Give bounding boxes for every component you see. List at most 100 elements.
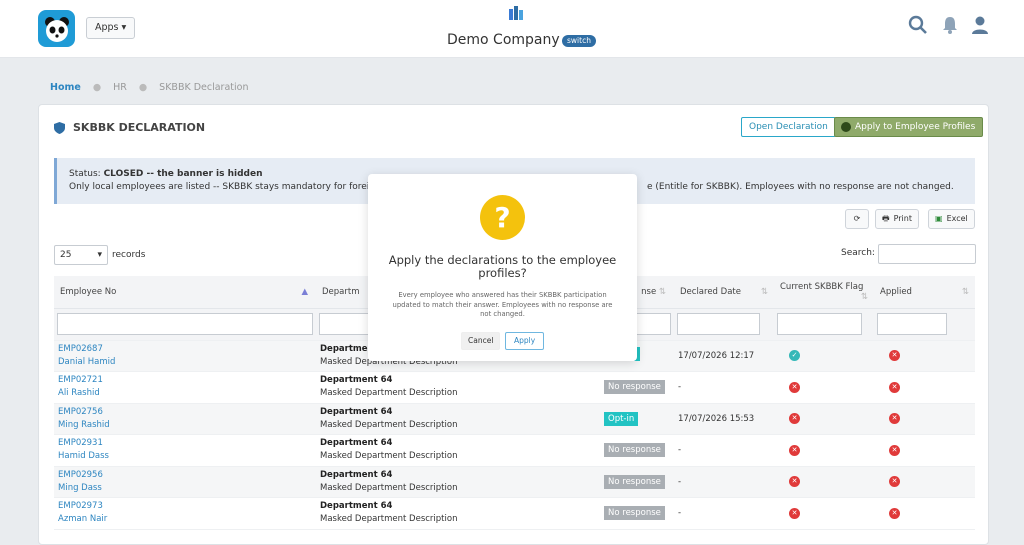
banner-text-left: Only local employees are listed -- SKBBK… <box>69 182 381 192</box>
filter-declared-date[interactable] <box>677 313 760 335</box>
cell-applied: ✕ <box>874 434 975 467</box>
cell-employee: EMP02931 Hamid Dass <box>54 434 316 467</box>
shield-icon <box>54 121 65 134</box>
cross-circle-icon: ✕ <box>889 413 900 425</box>
question-icon: ? <box>480 195 525 240</box>
employee-name-link[interactable]: Ming Rashid <box>58 419 316 432</box>
open-declaration-button[interactable]: Open Declaration <box>741 117 836 137</box>
cell-response: Opt-in <box>592 403 674 435</box>
cross-circle-icon: ✕ <box>789 413 800 425</box>
col-employee-no[interactable]: Employee No ▲ <box>54 276 316 309</box>
filter-cell <box>674 308 774 341</box>
apply-button[interactable]: Apply <box>505 332 545 350</box>
card-title-text: SKBBK DECLARATION <box>73 121 206 134</box>
department-name: Department 64 <box>320 438 393 449</box>
employee-no-link[interactable]: EMP02721 <box>58 374 316 387</box>
banner-text-right: e (Entitle for SKBBK). Employees with no… <box>647 182 954 192</box>
response-badge: Opt-in <box>604 411 639 426</box>
response-badge: No response <box>604 443 665 458</box>
excel-button[interactable]: ▣ Excel <box>928 209 975 229</box>
employee-no-link[interactable]: EMP02956 <box>58 469 316 482</box>
cross-circle-icon: ✕ <box>789 507 800 519</box>
dialog-text: Every employee who answered has their SK… <box>392 291 613 318</box>
employee-name-link[interactable]: Ali Rashid <box>58 387 316 400</box>
cell-department: Department 64 Masked Department Descript… <box>316 466 592 498</box>
page-length-control: 25 records <box>54 245 145 265</box>
company-building-icon <box>509 6 523 20</box>
cell-declared-date: 17/07/2026 15:53 <box>674 403 774 435</box>
employee-name-link[interactable]: Hamid Dass <box>58 450 316 463</box>
filter-employee-no[interactable] <box>57 313 313 335</box>
apps-dropdown-button[interactable]: Apps ▾ <box>86 17 136 39</box>
dialog-title: Apply the declarations to the employee p… <box>388 253 617 280</box>
cell-applied: ✕ <box>874 371 975 404</box>
employee-no-link[interactable]: EMP02973 <box>58 500 316 513</box>
cell-declared-date: - <box>674 371 774 404</box>
search-icon[interactable] <box>908 15 928 35</box>
refresh-button[interactable]: ⟳ <box>845 209 869 229</box>
cross-circle-icon: ✕ <box>889 444 900 456</box>
cross-circle-icon: ✕ <box>889 476 900 488</box>
cell-applied: ✕ <box>874 466 975 498</box>
breadcrumb-home[interactable]: Home <box>50 82 81 93</box>
switch-company-badge[interactable]: switch <box>562 35 596 47</box>
filter-cell <box>54 308 316 341</box>
cell-response: No response <box>592 434 674 467</box>
cell-employee: EMP02756 Ming Rashid <box>54 403 316 435</box>
breadcrumb: Home ● HR ● SKBBK Declaration <box>50 82 249 93</box>
printer-icon: 🖶 <box>882 214 890 223</box>
cell-response: No response <box>592 371 674 404</box>
cell-current-flag: ✕ <box>774 434 874 467</box>
response-badge: No response <box>604 380 665 395</box>
employee-no-link[interactable]: EMP02931 <box>58 437 316 450</box>
employee-name-link[interactable]: Ming Dass <box>58 482 316 495</box>
department-description: Masked Department Description <box>320 451 458 462</box>
filter-current-flag[interactable] <box>777 313 862 335</box>
print-button[interactable]: 🖶 Print <box>875 209 919 229</box>
check-circle-icon <box>841 122 851 132</box>
excel-icon: ▣ <box>935 214 943 223</box>
confirm-dialog: ? Apply the declarations to the employee… <box>368 174 637 361</box>
records-label: records <box>112 250 146 260</box>
filter-applied[interactable] <box>877 313 947 335</box>
panda-logo-icon[interactable] <box>38 10 75 47</box>
top-bar: Apps ▾ Demo Company switch <box>0 0 1024 58</box>
cell-applied: ✕ <box>874 497 975 530</box>
employee-name-link[interactable]: Danial Hamid <box>58 356 316 369</box>
cell-current-flag: ✓ <box>774 340 874 372</box>
cell-current-flag: ✕ <box>774 497 874 530</box>
table-search-input[interactable] <box>878 244 976 264</box>
cross-circle-icon: ✕ <box>889 507 900 519</box>
employee-no-link[interactable]: EMP02687 <box>58 343 316 356</box>
status-value: CLOSED -- the banner is hidden <box>103 169 263 179</box>
page-length-select[interactable]: 25 <box>54 245 108 265</box>
table-row: EMP02721 Ali Rashid Department 64 Masked… <box>54 371 975 404</box>
bell-icon[interactable] <box>940 15 960 35</box>
cell-response: No response <box>592 497 674 530</box>
table-row: EMP02956 Ming Dass Department 64 Masked … <box>54 466 975 498</box>
cell-applied: ✕ <box>874 403 975 435</box>
cross-circle-icon: ✕ <box>889 381 900 393</box>
department-description: Masked Department Description <box>320 482 458 493</box>
cell-response: No response <box>592 466 674 498</box>
cancel-button[interactable]: Cancel <box>461 332 501 350</box>
breadcrumb-hr[interactable]: HR <box>113 82 127 93</box>
apply-to-employee-profiles-button[interactable]: Apply to Employee Profiles <box>834 117 984 137</box>
response-badge: No response <box>604 474 665 489</box>
employee-name-link[interactable]: Azman Nair <box>58 513 316 526</box>
cell-current-flag: ✕ <box>774 466 874 498</box>
filter-cell <box>774 308 874 341</box>
cross-circle-icon: ✕ <box>789 476 800 488</box>
cell-current-flag: ✕ <box>774 371 874 404</box>
refresh-icon: ⟳ <box>853 214 861 223</box>
cell-employee: EMP02956 Ming Dass <box>54 466 316 498</box>
print-label: Print <box>893 214 912 223</box>
check-circle-icon: ✓ <box>789 350 800 362</box>
user-avatar-icon[interactable] <box>970 15 990 35</box>
employee-no-link[interactable]: EMP02756 <box>58 406 316 419</box>
col-current-flag[interactable]: Current SKBBK Flag ⇅ <box>774 276 874 309</box>
col-applied[interactable]: Applied ⇅ <box>874 276 975 309</box>
excel-label: Excel <box>946 214 968 223</box>
col-declared-date[interactable]: Declared Date ⇅ <box>674 276 774 309</box>
table-row: EMP02931 Hamid Dass Department 64 Masked… <box>54 434 975 467</box>
